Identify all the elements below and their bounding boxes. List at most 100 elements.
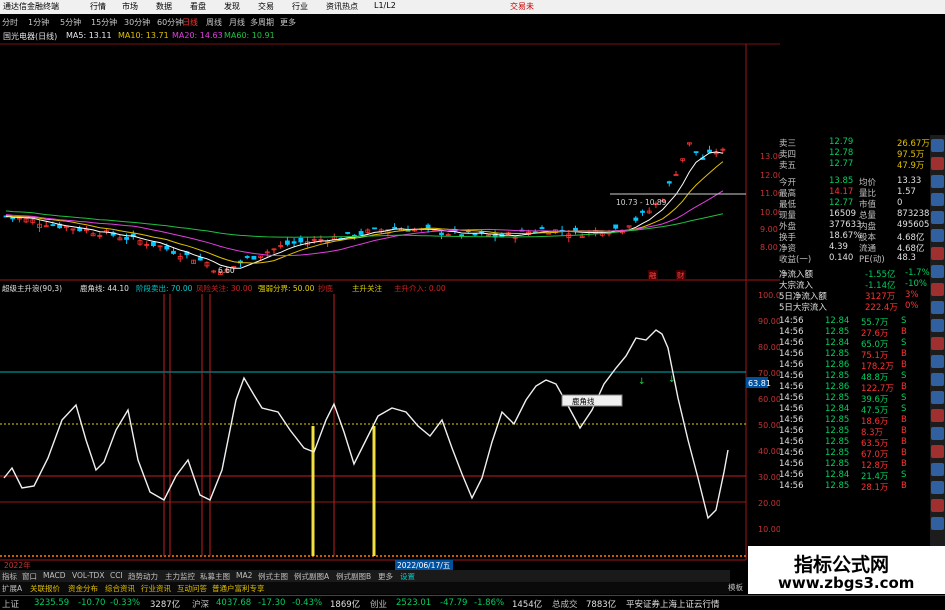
- indicator-pane: ↓ ↓: [0, 294, 746, 557]
- tab-qa[interactable]: 互动问答: [177, 583, 207, 594]
- tool-icon[interactable]: [931, 319, 944, 332]
- flow-pct: 3%: [905, 290, 919, 300]
- tab-window[interactable]: 窗口: [22, 571, 37, 582]
- tab-ind-news[interactable]: 行业资讯: [141, 583, 171, 594]
- tool-icon[interactable]: [931, 247, 944, 260]
- tick-side: S: [901, 338, 907, 348]
- tab-ma2[interactable]: MA2: [236, 571, 252, 580]
- price-tick: 11.00: [760, 189, 780, 198]
- candle-body: [197, 257, 203, 261]
- price-pane: [3, 142, 726, 275]
- tool-icon[interactable]: [931, 175, 944, 188]
- tool-icon[interactable]: [931, 157, 944, 170]
- tick-side: B: [901, 382, 907, 392]
- stat-label: PE(动): [859, 255, 885, 265]
- candle-body: [150, 241, 156, 247]
- flow-label: 5日大宗流入: [779, 303, 827, 313]
- stat-value: 48.3: [897, 253, 916, 263]
- tab-funds[interactable]: 资金分布: [68, 583, 98, 594]
- watermark-title: 指标公式网: [794, 554, 890, 576]
- hs-amt: 1869亿: [330, 600, 361, 610]
- tick-price: 12.84: [825, 338, 850, 348]
- status-bar: 上证 3235.59 -10.70 -0.33% 3287亿 沪深 4037.6…: [0, 583, 945, 610]
- tick-row: 14:56 12.85 8.3万 B: [779, 426, 929, 438]
- tab-trend[interactable]: 趋势动力: [128, 571, 158, 582]
- candle-body: [345, 232, 351, 234]
- book-label: 卖五: [779, 161, 797, 171]
- tool-icon[interactable]: [931, 481, 944, 494]
- tab-vip[interactable]: 普通户富利专享: [212, 583, 265, 594]
- tool-icon[interactable]: [931, 229, 944, 242]
- tab-related[interactable]: 关联报价: [30, 583, 60, 594]
- tick-side: B: [901, 327, 907, 337]
- tab-cci[interactable]: CCI: [110, 571, 123, 580]
- tab-news[interactable]: 综合资讯: [105, 583, 135, 594]
- capital-flow-row: 5日净流入额 3127万 3%: [779, 290, 929, 302]
- tick-time: 14:56: [779, 415, 804, 425]
- book-price: 12.79: [829, 137, 854, 147]
- tool-icon[interactable]: [931, 373, 944, 386]
- stat-value: 0.140: [829, 253, 854, 263]
- tick-side: B: [901, 426, 907, 436]
- tick-time: 14:56: [779, 349, 804, 359]
- tool-icon[interactable]: [931, 517, 944, 530]
- ma10-line: [5, 161, 724, 264]
- tab-private[interactable]: 私募主图: [200, 571, 230, 582]
- ind-tick: 40.00: [758, 447, 780, 456]
- candle-body: [298, 237, 304, 243]
- tool-icon[interactable]: [931, 355, 944, 368]
- ind-part-focus: 主升关注: [352, 284, 382, 293]
- indicator-tabs: 指标 窗口 MACD VOL-TDX CCI 趋势动力 主力监控 私募主图 MA…: [0, 570, 730, 582]
- broker-name: 平安证券上海上证云行情: [626, 600, 720, 610]
- current-value-text: 63.81: [748, 379, 771, 388]
- candle-body: [693, 151, 699, 154]
- tool-icon[interactable]: [931, 193, 944, 206]
- tick-time: 14:56: [779, 426, 804, 436]
- tick-row: 14:56 12.85 18.6万 B: [779, 415, 929, 427]
- tool-icon[interactable]: [931, 301, 944, 314]
- tool-icon[interactable]: [931, 463, 944, 476]
- tab-indicator[interactable]: 指标: [2, 571, 17, 582]
- hs-value: 4037.68: [216, 598, 252, 608]
- tool-icon[interactable]: [931, 391, 944, 404]
- indicator-title[interactable]: 超级主升浪(90,3): [2, 283, 62, 294]
- candle-body: [707, 149, 712, 153]
- stat-row: 换手 18.67% 股本 4.68亿: [779, 231, 929, 243]
- tick-price: 12.86: [825, 360, 850, 370]
- tab-demo-main[interactable]: 例式主图: [258, 571, 288, 582]
- book-volume: 47.9万: [897, 161, 925, 171]
- tab-vol[interactable]: VOL-TDX: [72, 571, 104, 580]
- tick-price: 12.85: [825, 349, 850, 359]
- tick-price: 12.85: [825, 481, 850, 491]
- tab-expand[interactable]: 扩展A: [2, 583, 22, 594]
- tool-icon[interactable]: [931, 283, 944, 296]
- tick-time: 14:56: [779, 371, 804, 381]
- sh-pct: -0.33%: [110, 598, 141, 608]
- ind-tick: 70.00: [758, 369, 780, 378]
- tool-icon[interactable]: [931, 427, 944, 440]
- stat-label: 收益(一): [779, 255, 812, 265]
- tab-monitor[interactable]: 主力监控: [165, 571, 195, 582]
- tab-settings[interactable]: 设置: [400, 571, 415, 582]
- ind-tick: 80.00: [758, 343, 780, 352]
- tick-price: 12.85: [825, 448, 850, 458]
- sh-chg: -10.70: [78, 598, 106, 608]
- tool-icon[interactable]: [931, 409, 944, 422]
- stat-value: 4.39: [829, 242, 848, 252]
- sh-label: 上证: [2, 600, 20, 610]
- tool-icon[interactable]: [931, 211, 944, 224]
- ind-part-entry: 主升介入: 0.00: [394, 284, 446, 293]
- tick-row: 14:56 12.85 75.1万 B: [779, 349, 929, 361]
- tab-more[interactable]: 更多: [378, 571, 393, 582]
- tool-icon[interactable]: [931, 337, 944, 350]
- price-axis: 13.00 12.00 11.00 10.00 9.00 8.00: [760, 152, 780, 252]
- template-label[interactable]: 模板: [728, 582, 743, 593]
- tool-icon[interactable]: [931, 499, 944, 512]
- tool-icon[interactable]: [931, 139, 944, 152]
- hs-label: 沪深: [192, 600, 210, 610]
- tool-icon[interactable]: [931, 445, 944, 458]
- tab-macd[interactable]: MACD: [43, 571, 65, 580]
- tab-demo-b[interactable]: 例式副图B: [336, 571, 371, 582]
- tab-demo-a[interactable]: 例式副图A: [294, 571, 329, 582]
- tool-icon[interactable]: [931, 265, 944, 278]
